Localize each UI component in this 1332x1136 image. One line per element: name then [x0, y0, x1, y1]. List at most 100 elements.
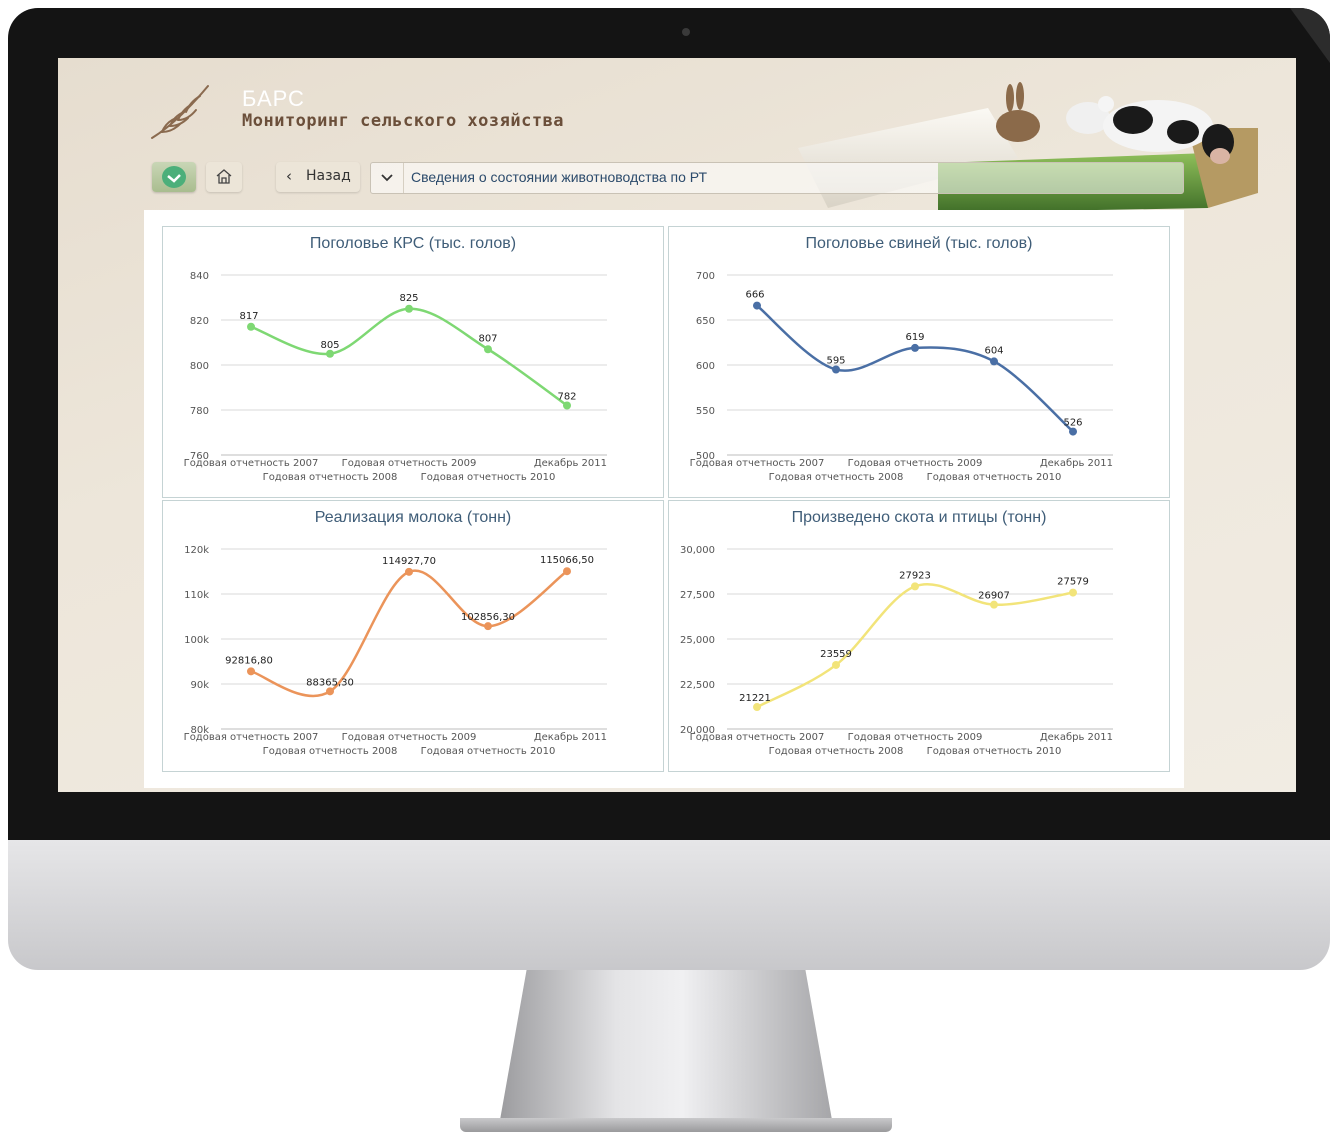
back-button-label: Назад: [306, 168, 351, 184]
x-tick-label: Годовая отчетность 2010: [421, 472, 556, 483]
data-point: [753, 703, 761, 712]
data-label: 817: [239, 311, 258, 322]
chevron-left-icon: ‹: [286, 167, 292, 185]
app-subtitle: Мониторинг сельского хозяйства: [242, 111, 565, 131]
y-tick-label: 650: [696, 316, 715, 327]
bezel-reflection: [1290, 8, 1330, 63]
series-line: [250, 307, 568, 407]
home-icon: [216, 169, 232, 184]
monitor-chin: [8, 840, 1330, 970]
chart-panel-cattle: Поголовье КРС (тыс. голов) 840 820 800 780 7…: [162, 226, 664, 498]
home-button[interactable]: [206, 162, 242, 192]
x-tick-label: Годовая отчетность 2008: [263, 472, 398, 483]
data-point: [484, 622, 492, 631]
confirm-button[interactable]: [152, 162, 196, 192]
x-tick-label: Годовая отчетность 2007: [690, 732, 825, 743]
y-tick-label: 100k: [184, 635, 209, 646]
data-point: [832, 365, 840, 374]
x-tick-label: Годовая отчетность 2009: [848, 458, 983, 469]
data-label: 27923: [899, 570, 931, 581]
data-point: [405, 567, 413, 576]
chart-pigs: 700650600550500Годовая отчетность 2007Го…: [690, 271, 1113, 483]
x-tick-label: Годовая отчетность 2010: [927, 746, 1062, 757]
x-tick-label: Декабрь 2011: [1040, 732, 1113, 743]
y-tick-label: 90k: [190, 680, 209, 691]
data-label: 604: [984, 345, 1003, 356]
camera-icon: [682, 28, 690, 36]
x-tick-label: Декабрь 2011: [534, 458, 607, 469]
y-tick-label: 780: [190, 406, 209, 417]
data-point: [911, 582, 919, 591]
data-point: [484, 345, 492, 354]
x-tick-label: Годовая отчетность 2008: [263, 746, 398, 757]
y-tick-label: 22,500: [680, 680, 715, 691]
data-point: [563, 567, 571, 576]
data-label: 27579: [1057, 577, 1089, 588]
x-tick-label: Годовая отчетность 2010: [421, 746, 556, 757]
dropdown-toggle[interactable]: [371, 163, 404, 193]
data-point: [990, 600, 998, 609]
data-point: [1069, 588, 1077, 597]
data-label: 526: [1063, 418, 1082, 429]
chart-cattle: 840820800780760Годовая отчетность 2007Го…: [184, 271, 607, 483]
monitor-stand-base: [460, 1118, 892, 1132]
series-line: [756, 304, 1074, 433]
app-brand: БАРС: [242, 86, 305, 111]
y-tick-label: 120k: [184, 545, 209, 556]
wheat-logo-icon: [151, 85, 209, 139]
data-point: [563, 401, 571, 410]
report-select[interactable]: Сведения о состоянии животноводства по Р…: [370, 162, 1184, 194]
data-point: [326, 687, 334, 696]
data-point: [405, 304, 413, 313]
data-label: 23559: [820, 649, 852, 660]
data-label: 102856,30: [461, 612, 515, 623]
chart-panel-pigs: Поголовье свиней (тыс. голов) 700 650 600 5…: [668, 226, 1170, 498]
data-point: [832, 660, 840, 669]
data-point: [247, 322, 255, 331]
data-label: 805: [320, 340, 339, 351]
y-tick-label: 27,500: [680, 590, 715, 601]
x-tick-label: Годовая отчетность 2007: [690, 458, 825, 469]
chart-panel-livestock: Произведено скота и птицы (тонн) 30,000 2…: [668, 500, 1170, 772]
data-point: [753, 301, 761, 310]
data-point: [911, 343, 919, 352]
y-tick-label: 600: [696, 361, 715, 372]
chart-milk: 120k110k100k90k80kГодовая отчетность 200…: [184, 545, 607, 757]
series-line: [756, 583, 1074, 709]
y-tick-label: 820: [190, 316, 209, 327]
series-line: [250, 569, 568, 698]
data-label: 115066,50: [540, 555, 594, 566]
chevron-down-icon: [381, 174, 393, 182]
data-label: 26907: [978, 591, 1010, 602]
data-point: [1069, 427, 1077, 436]
x-tick-label: Годовая отчетность 2008: [769, 746, 904, 757]
chart-panel-milk: Реализация молока (тонн) 120k 110k 100k 90k…: [162, 500, 664, 772]
data-point: [326, 349, 334, 358]
x-tick-label: Годовая отчетность 2008: [769, 472, 904, 483]
data-label: 88365,30: [306, 677, 354, 688]
y-tick-label: 840: [190, 271, 209, 282]
data-label: 825: [399, 293, 418, 304]
x-tick-label: Годовая отчетность 2007: [184, 458, 319, 469]
back-button[interactable]: ‹ Назад: [276, 162, 360, 192]
data-label: 21221: [739, 693, 771, 704]
y-tick-label: 110k: [184, 590, 209, 601]
x-tick-label: Годовая отчетность 2007: [184, 732, 319, 743]
y-tick-label: 25,000: [680, 635, 715, 646]
x-tick-label: Годовая отчетность 2009: [342, 458, 477, 469]
data-label: 114927,70: [382, 556, 436, 567]
y-tick-label: 550: [696, 406, 715, 417]
x-tick-label: Годовая отчетность 2009: [848, 732, 983, 743]
data-label: 595: [826, 356, 845, 367]
report-select-value: Сведения о состоянии животноводства по Р…: [411, 169, 708, 185]
dashboard: Поголовье КРС (тыс. голов) 840 820 800 780 7…: [144, 210, 1184, 788]
x-tick-label: Годовая отчетность 2010: [927, 472, 1062, 483]
y-tick-label: 700: [696, 271, 715, 282]
data-label: 666: [745, 290, 764, 301]
app-screen: БАРС Мониторинг сельского хозяйства ‹ На…: [58, 58, 1296, 792]
y-tick-label: 800: [190, 361, 209, 372]
data-point: [990, 357, 998, 366]
data-label: 619: [905, 332, 924, 343]
check-icon: [162, 166, 186, 188]
monitor-stand: [500, 970, 832, 1120]
